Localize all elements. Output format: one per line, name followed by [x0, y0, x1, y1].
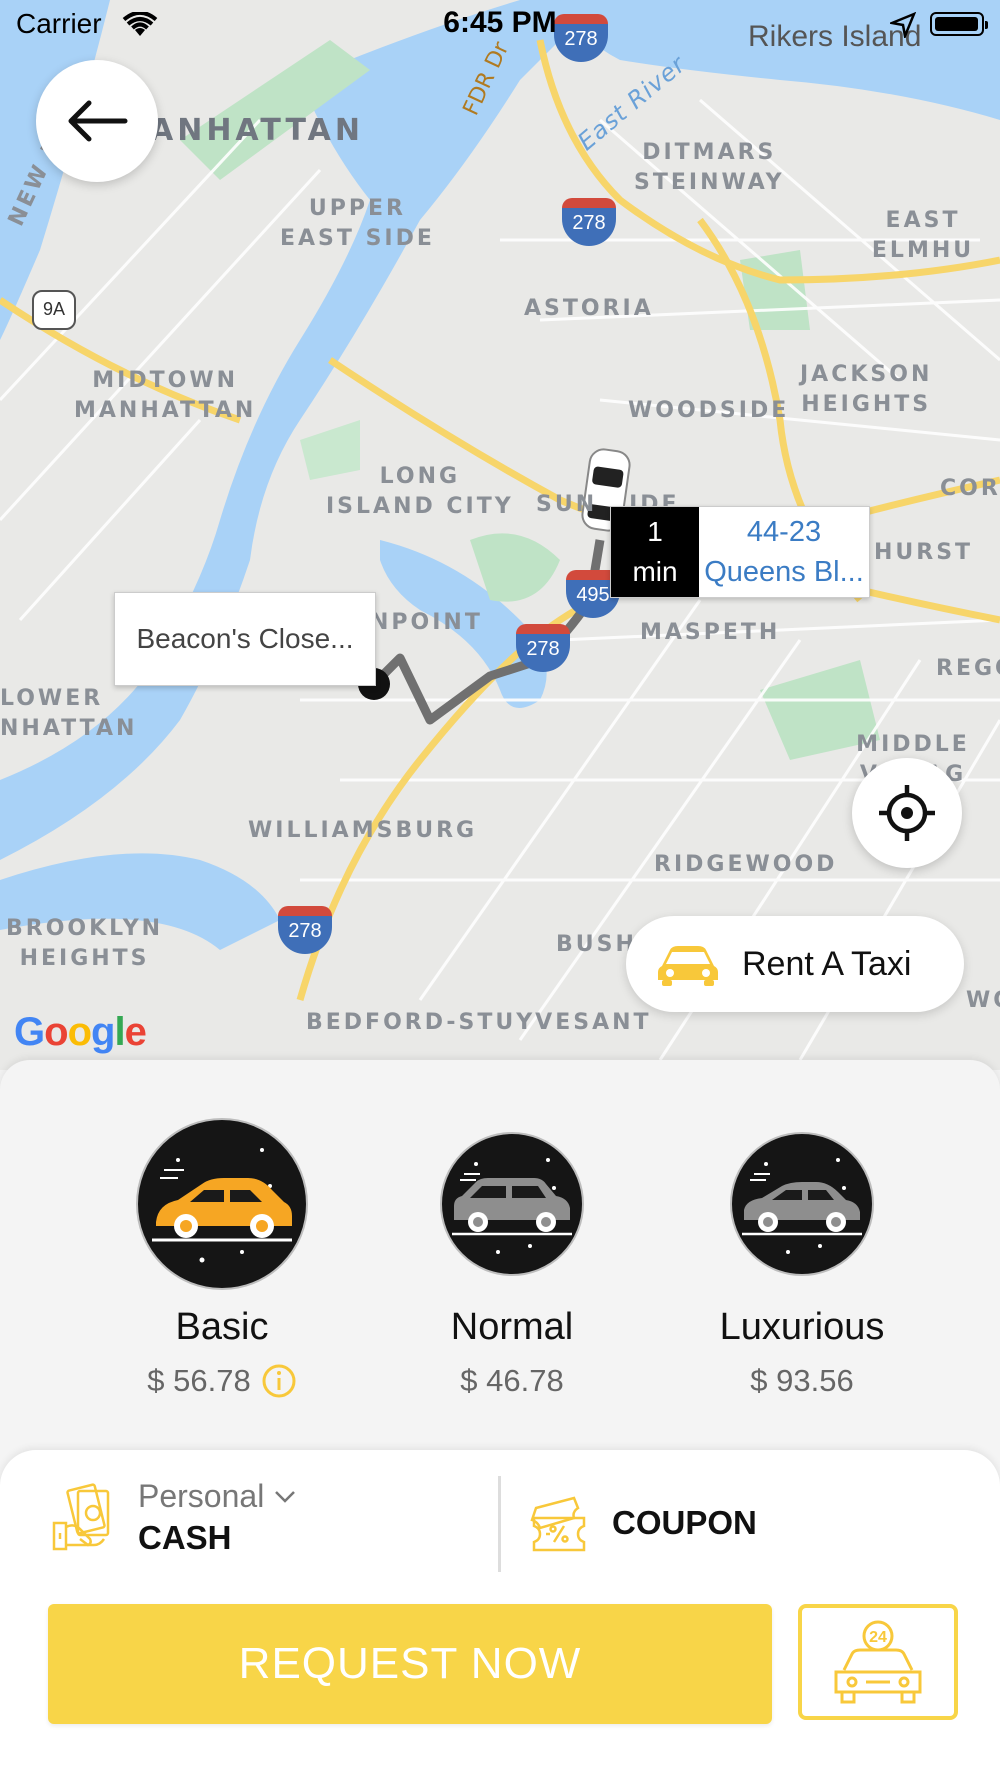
eta-time: 1 min — [611, 507, 699, 597]
request-now-button[interactable]: REQUEST NOW — [48, 1604, 772, 1724]
vehicle-option-basic[interactable]: Basic $ 56.78 — [97, 1118, 347, 1399]
google-logo: Google — [14, 1010, 147, 1054]
coupon-label: COUPON — [612, 1504, 757, 1541]
map-label-rego: REGO — [936, 656, 1000, 681]
coupon-ticket-icon — [530, 1496, 586, 1552]
map-label-bedford-stuyvesant: BEDFORD-STUYVESANT — [306, 1010, 652, 1035]
map-label-jackson-heights: JACKSON HEIGHTS — [800, 362, 933, 417]
vehicle-price: $ 93.56 — [750, 1363, 854, 1398]
pickup-location-callout[interactable]: Beacon's Close... — [114, 592, 376, 686]
map-label-hurst: HURST — [874, 540, 974, 565]
payment-mode: Personal — [138, 1478, 296, 1515]
rent-taxi-button[interactable]: Rent A Taxi — [626, 916, 964, 1012]
crosshair-icon — [879, 785, 935, 841]
vehicle-price: $ 46.78 — [460, 1363, 564, 1398]
destination-address: 44-23 Queens Bl... — [699, 507, 869, 597]
payment-method-value: CASH — [138, 1519, 232, 1556]
clock: 6:45 PM — [443, 6, 557, 39]
vehicle-name: Normal — [450, 1306, 574, 1348]
svg-text:24: 24 — [869, 1629, 887, 1646]
divider — [498, 1476, 501, 1572]
map-label-ditmars: DITMARS STEINWAY — [634, 140, 785, 195]
map-label-brooklyn-heights: BROOKLYN HEIGHTS — [6, 916, 164, 971]
address-line-2: Queens Bl... — [704, 556, 864, 588]
map-label-east-elmhurst: EAST ELMHU — [871, 208, 975, 263]
map-label-wo: WO — [966, 988, 1000, 1013]
eta-value: 1 — [647, 516, 663, 547]
info-icon[interactable] — [261, 1363, 297, 1399]
my-location-button[interactable] — [852, 758, 962, 868]
map-view[interactable]: ANHATTAN Rikers Island DITMARS STEINWAY … — [0, 0, 1000, 1070]
map-label-midtown: MIDTOWN MANHATTAN — [74, 368, 257, 423]
interstate-shield: 278 — [562, 198, 616, 248]
vehicle-price-row: $ 56.78 — [97, 1363, 347, 1399]
vehicle-name: Luxurious — [719, 1306, 885, 1348]
route-shield: 9A — [32, 290, 76, 330]
map-label-greenpoint: NPOINT — [370, 610, 483, 635]
payment-text: Personal CASH — [138, 1478, 296, 1557]
location-arrow-icon — [887, 11, 917, 43]
map-label-astoria: ASTORIA — [524, 296, 654, 321]
taxi-24h-icon: 24 — [834, 1620, 922, 1704]
schedule-24h-button[interactable]: 24 — [798, 1604, 958, 1720]
interstate-shield: 278 — [516, 624, 570, 674]
status-bar: Carrier 6:45 PM — [0, 0, 1000, 50]
car-basic-icon — [136, 1118, 308, 1290]
map-label-long-island-city: LONG ISLAND CITY — [326, 464, 514, 519]
coupon-button[interactable]: COUPON — [526, 1494, 757, 1552]
address-line-1: 44-23 — [746, 516, 822, 548]
map-label-corona: CORO — [940, 476, 1000, 501]
vehicle-option-luxurious[interactable]: Luxurious $ 93.56 — [677, 1132, 927, 1399]
arrow-left-icon — [68, 100, 128, 142]
payment-mode-label: Personal — [138, 1478, 265, 1514]
back-button[interactable] — [36, 60, 158, 182]
map-label-williamsburg: WILLIAMSBURG — [248, 818, 478, 843]
map-label-manhattan: ANHATTAN — [150, 113, 364, 148]
map-label-ridgewood: RIDGEWOOD — [654, 852, 838, 877]
booking-panel: Personal CASH COUPON REQUEST NOW 24 — [0, 1450, 1000, 1778]
map-label-woodside: WOODSIDE — [628, 398, 790, 423]
rent-taxi-label: Rent A Taxi — [742, 944, 912, 983]
battery-icon — [930, 12, 988, 36]
cash-hand-icon — [52, 1482, 110, 1550]
eta-callout[interactable]: 1 min 44-23 Queens Bl... — [610, 506, 870, 598]
car-luxurious-icon — [730, 1132, 874, 1276]
payment-method-selector[interactable]: Personal CASH — [50, 1478, 296, 1557]
vehicle-name: Basic — [175, 1306, 269, 1348]
chevron-down-icon — [275, 1490, 296, 1503]
vehicle-option-normal[interactable]: Normal $ 46.78 — [387, 1132, 637, 1399]
map-label-maspeth: MASPETH — [640, 620, 781, 645]
eta-unit: min — [632, 556, 678, 587]
map-label-upper-east-side: UPPER EAST SIDE — [280, 196, 435, 251]
car-normal-icon — [440, 1132, 584, 1276]
interstate-shield: 278 — [278, 906, 332, 956]
taxi-icon — [658, 946, 718, 986]
map-label-lower-manhattan: LOWER NHATTAN — [0, 686, 138, 741]
vehicle-price: $ 56.78 — [147, 1363, 251, 1398]
